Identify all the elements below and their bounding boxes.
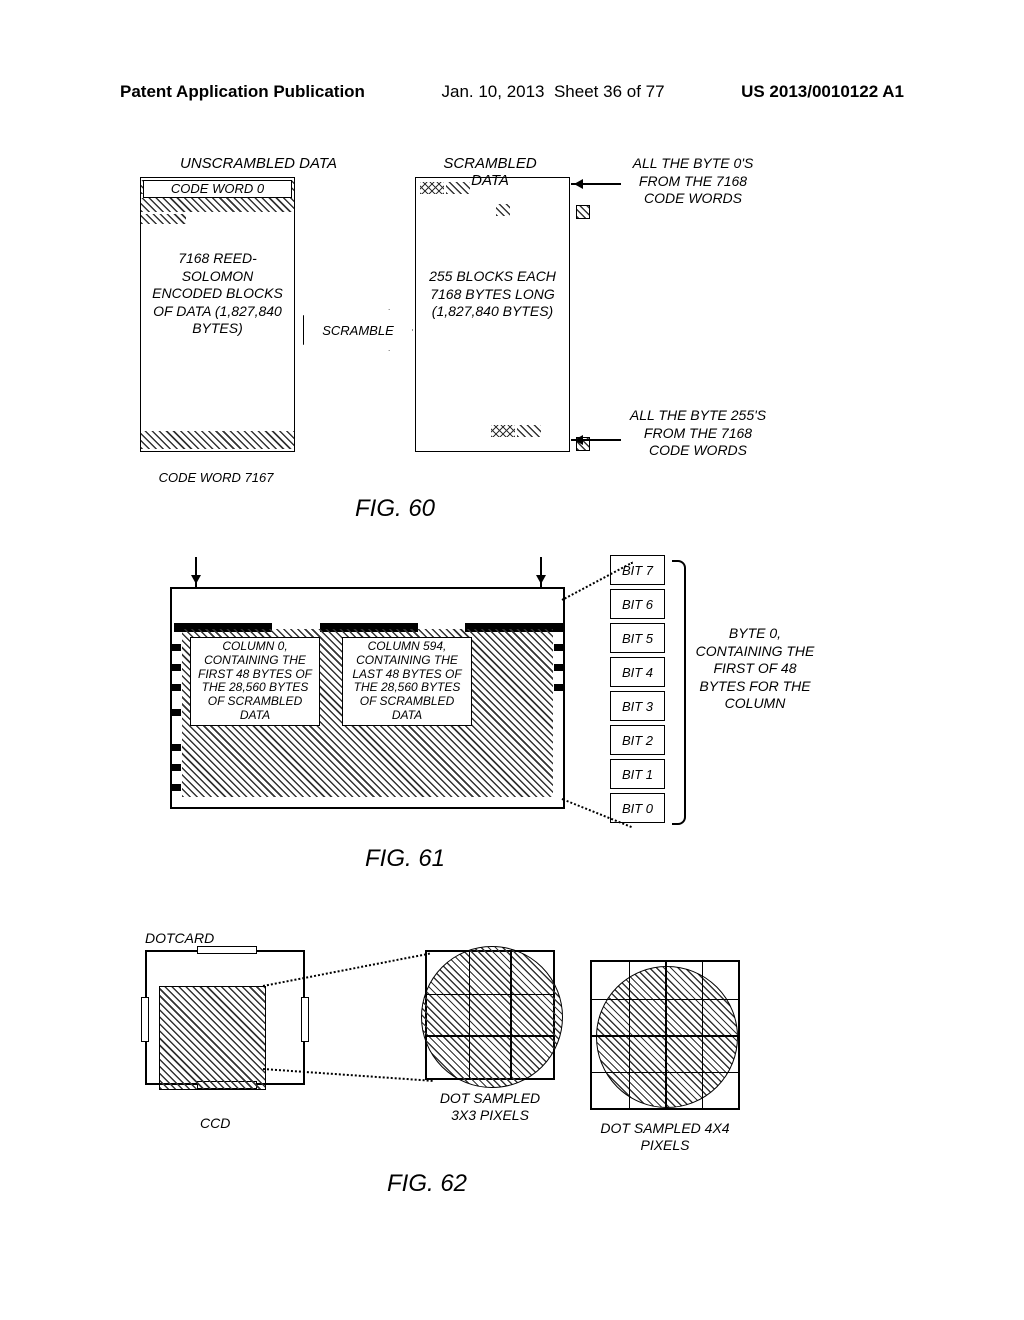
fig62-caption: FIG. 62 xyxy=(387,1170,467,1198)
figure-61: COLUMN 0, CONTAINING THE FIRST 48 BYTES … xyxy=(170,555,920,895)
figure-60: UNSCRAMBLED DATA SCRAMBLED DATA CODE WOR… xyxy=(140,155,890,535)
dot3-label: DOT SAMPLED 3X3 PIXELS xyxy=(430,1090,550,1124)
note-top: ALL THE BYTE 0'S FROM THE 7168 CODE WORD… xyxy=(628,155,758,208)
dotcard-label: DOTCARD xyxy=(145,930,214,946)
bit-box: BIT 4 xyxy=(610,657,665,687)
bit-box: BIT 7 xyxy=(610,555,665,585)
scrambled-box: 255 BLOCKS EACH 7168 BYTES LONG (1,827,8… xyxy=(415,177,570,452)
border-icon xyxy=(159,986,266,1090)
label-unscrambled: UNSCRAMBLED DATA xyxy=(180,155,337,172)
fig60-caption: FIG. 60 xyxy=(355,495,435,523)
clock-icon xyxy=(554,644,564,651)
bit-box: BIT 1 xyxy=(610,759,665,789)
dot4-label: DOT SAMPLED 4X4 PIXELS xyxy=(600,1120,730,1154)
fig61-caption: FIG. 61 xyxy=(365,845,445,873)
clock-icon xyxy=(171,664,181,671)
left-box-text: 7168 REED-SOLOMON ENCODED BLOCKS OF DATA… xyxy=(146,250,289,338)
dot-circle-icon xyxy=(421,946,563,1088)
clock-icon xyxy=(171,764,181,771)
header-date: Jan. 10, 2013 Sheet 36 of 77 xyxy=(441,82,664,102)
dotcard-rect xyxy=(160,987,265,1089)
code-word-7167: CODE WORD 7167 xyxy=(156,471,276,485)
column-0-label: COLUMN 0, CONTAINING THE FIRST 48 BYTES … xyxy=(190,637,320,726)
clock-icon xyxy=(554,684,564,691)
column-594-label: COLUMN 594, CONTAINING THE LAST 48 BYTES… xyxy=(342,637,472,726)
clock-icon xyxy=(171,709,181,716)
ccd-notch-icon xyxy=(301,997,309,1042)
code-word-0: CODE WORD 0 xyxy=(143,180,292,198)
crosshatch-icon xyxy=(491,425,515,437)
hatch-icon xyxy=(517,425,541,437)
clock-icon xyxy=(171,744,181,751)
page-header: Patent Application Publication Jan. 10, … xyxy=(0,82,1024,102)
hatch-icon xyxy=(496,204,510,216)
hatch-icon xyxy=(141,214,186,224)
hatch-icon xyxy=(141,198,294,212)
figure-62: DOTCARD CCD DOT SAMPLED 3X3 PIXELS DOT S… xyxy=(145,930,895,1220)
ccd-notch-icon xyxy=(141,997,149,1042)
arrow-down-icon xyxy=(195,557,197,587)
hatch-icon xyxy=(141,431,294,449)
grid-3x3 xyxy=(425,950,555,1080)
ccd-label: CCD xyxy=(200,1115,230,1131)
clock-icon xyxy=(554,664,564,671)
scramble-arrow-icon: SCRAMBLE xyxy=(303,309,413,351)
dot-circle-icon xyxy=(596,966,738,1108)
arrow-left-icon xyxy=(571,183,621,185)
clock-icon xyxy=(171,784,181,791)
bit-box: BIT 0 xyxy=(610,793,665,823)
bit-box: BIT 2 xyxy=(610,725,665,755)
bit-box: BIT 3 xyxy=(610,691,665,721)
grid-4x4 xyxy=(590,960,740,1110)
byte-0-label: BYTE 0, CONTAINING THE FIRST OF 48 BYTES… xyxy=(695,625,815,713)
ccd-frame xyxy=(145,950,305,1085)
ccd-notch-icon xyxy=(197,946,257,954)
square-icon xyxy=(576,205,590,219)
right-box-text: 255 BLOCKS EACH 7168 BYTES LONG (1,827,8… xyxy=(426,268,559,321)
clock-icon xyxy=(171,644,181,651)
data-block: COLUMN 0, CONTAINING THE FIRST 48 BYTES … xyxy=(170,587,565,809)
clock-icon xyxy=(171,684,181,691)
header-pubno: US 2013/0010122 A1 xyxy=(741,82,904,102)
header-left: Patent Application Publication xyxy=(120,82,365,102)
crosshatch-icon xyxy=(420,182,444,194)
unscrambled-box: CODE WORD 0 7168 REED-SOLOMON ENCODED BL… xyxy=(140,177,295,452)
note-bottom: ALL THE BYTE 255'S FROM THE 7168 CODE WO… xyxy=(628,407,768,460)
bit-box: BIT 5 xyxy=(610,623,665,653)
arrow-down-icon xyxy=(540,557,542,587)
bit-box: BIT 6 xyxy=(610,589,665,619)
arrow-left-icon xyxy=(571,439,621,441)
bit-stack: BIT 7 BIT 6 BIT 5 BIT 4 BIT 3 BIT 2 BIT … xyxy=(610,555,665,827)
brace-icon xyxy=(672,560,686,825)
hatch-icon xyxy=(446,182,470,194)
